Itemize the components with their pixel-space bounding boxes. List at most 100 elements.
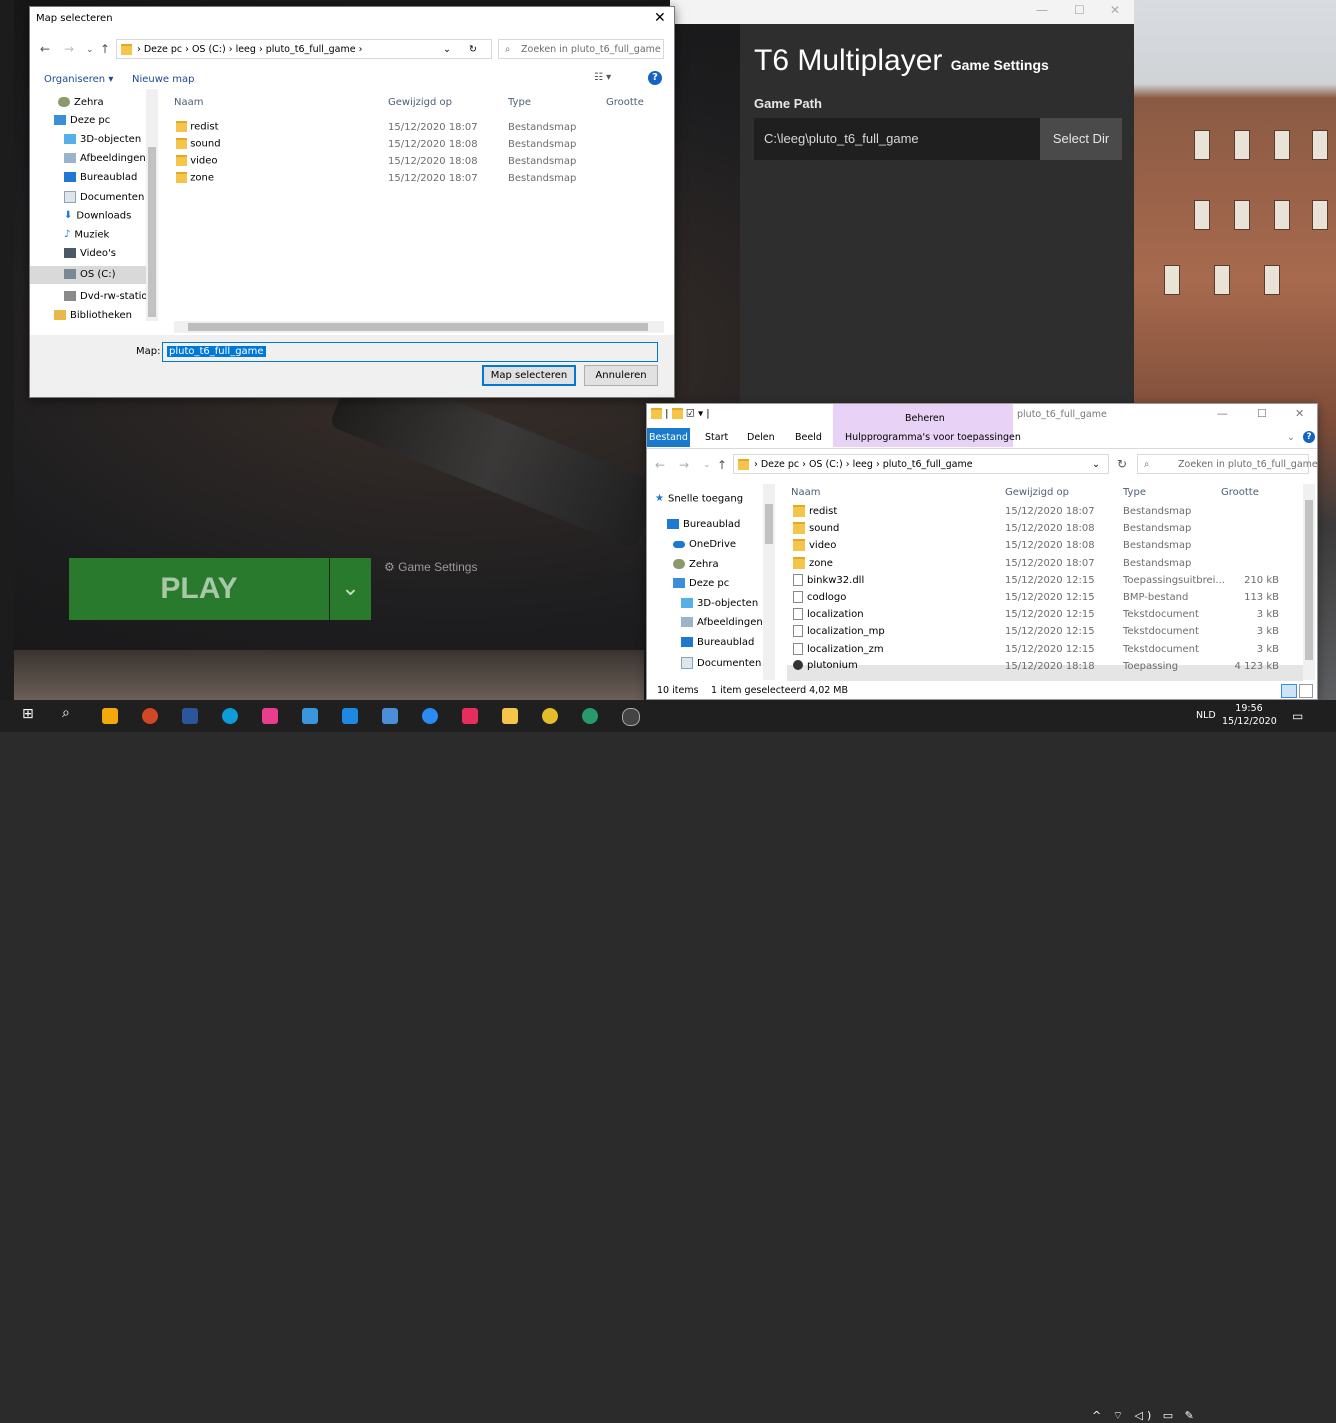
close-icon[interactable]: ✕ [1295, 407, 1304, 420]
breadcrumb-os-c[interactable]: OS (C:) [809, 459, 843, 470]
list-item[interactable]: sound [176, 138, 221, 150]
column-name[interactable]: Naam [791, 487, 820, 498]
game-path-field[interactable]: C:\leeg\pluto_t6_full_game [754, 118, 1040, 160]
language-indicator[interactable]: NLD [1196, 710, 1216, 721]
minimize-icon[interactable]: — [1036, 3, 1048, 17]
list-item[interactable]: redist [176, 121, 219, 133]
column-type[interactable]: Type [1123, 487, 1146, 498]
clock-date[interactable]: 15/12/2020 [1222, 716, 1277, 727]
breadcrumb-leeg[interactable]: leeg [853, 459, 873, 470]
mcafee-icon[interactable] [462, 708, 478, 724]
refresh-icon[interactable]: ↻ [469, 44, 477, 55]
tree-item-onedrive[interactable]: OneDrive [673, 539, 736, 550]
search-icon[interactable]: ⌕ [62, 705, 78, 721]
help-icon[interactable]: ? [1303, 431, 1315, 443]
search-input[interactable]: ⌕ Zoeken in pluto_t6_full_game [498, 39, 664, 59]
tree-item-downloads[interactable]: ⬇ Downloads [64, 210, 131, 222]
forward-arrow-icon[interactable]: → [64, 42, 74, 56]
tree-item-deze-pc[interactable]: Deze pc [54, 115, 110, 126]
chrome-profile-icon[interactable] [582, 708, 598, 724]
list-item[interactable]: localization [793, 608, 864, 621]
quick-access-toolbar[interactable]: | ☑ ▾ | [651, 408, 710, 420]
list-item[interactable]: codlogo [793, 591, 846, 603]
column-modified[interactable]: Gewijzigd op [1005, 487, 1069, 498]
list-item[interactable]: video [176, 155, 218, 167]
word-icon[interactable] [182, 708, 198, 724]
tree-item-desktop[interactable]: Bureaublad [667, 519, 740, 530]
minimize-icon[interactable]: — [1217, 407, 1228, 420]
select-dir-button[interactable]: Select Dir [1040, 118, 1122, 160]
tab-start[interactable]: Start [705, 432, 728, 443]
play-button[interactable]: PLAY [69, 558, 329, 620]
up-arrow-icon[interactable]: ↑ [100, 42, 110, 56]
column-size[interactable]: Grootte [606, 97, 644, 108]
list-item[interactable]: zone [176, 172, 214, 184]
select-folder-button[interactable]: Map selecteren [482, 365, 576, 386]
list-item[interactable]: sound [793, 522, 839, 535]
details-view-icon[interactable] [1281, 684, 1297, 698]
list-item[interactable]: zone [793, 556, 833, 569]
list-scrollbar-thumb[interactable] [1305, 500, 1313, 660]
list-hscrollbar-thumb[interactable] [188, 323, 648, 331]
organize-button[interactable]: Organiseren ▾ [44, 74, 113, 85]
list-item[interactable]: localization_zm [793, 642, 884, 655]
column-name[interactable]: Naam [174, 97, 203, 108]
tree-item-desktop-2[interactable]: Bureaublad [681, 637, 754, 648]
tiles-view-icon[interactable] [1299, 684, 1313, 698]
breadcrumb-leeg[interactable]: leeg [236, 44, 256, 55]
edge-icon[interactable] [222, 708, 238, 724]
tab-hulpprogrammas[interactable]: Hulpprogramma's voor toepassingen [845, 432, 1021, 443]
notifications-icon[interactable]: ▭ [1292, 709, 1303, 723]
windows-start-icon[interactable]: ⊞ [22, 706, 38, 722]
list-item[interactable]: redist [793, 505, 837, 517]
powerpoint-icon[interactable] [142, 708, 158, 724]
properties-icon[interactable]: ☑ [686, 409, 695, 420]
gift-icon[interactable] [262, 708, 278, 724]
tree-item-dvd[interactable]: Dvd-rw-station [64, 291, 146, 302]
close-icon[interactable]: ✕ [654, 10, 666, 26]
chrome-icon[interactable] [542, 708, 558, 724]
map-input[interactable]: pluto_t6_full_game [162, 342, 658, 362]
tab-delen[interactable]: Delen [747, 432, 775, 443]
help-icon[interactable]: ? [648, 71, 662, 85]
back-arrow-icon[interactable]: ← [655, 458, 665, 472]
breadcrumb-pluto[interactable]: pluto_t6_full_game [883, 459, 973, 470]
new-folder-button[interactable]: Nieuwe map [132, 74, 194, 85]
tree-item-3d-objects[interactable]: 3D-objecten [64, 134, 141, 145]
cancel-button[interactable]: Annuleren [584, 365, 658, 386]
tree-item-documents[interactable]: Documenten [681, 657, 761, 669]
address-bar[interactable]: › Deze pc › OS (C:) › leeg › pluto_t6_fu… [116, 39, 492, 59]
tree-item-zehra[interactable]: Zehra [673, 559, 719, 570]
column-size[interactable]: Grootte [1221, 487, 1259, 498]
game-settings-link[interactable]: ⚙ Game Settings [384, 560, 477, 574]
view-options-icon[interactable]: ☷ ▾ [594, 72, 611, 83]
tree-item-libraries[interactable]: Bibliotheken [54, 310, 132, 321]
tree-item-pictures[interactable]: Afbeeldingen [64, 153, 146, 164]
maximize-icon[interactable]: ☐ [1257, 407, 1267, 420]
recent-dropdown-icon[interactable]: ⌄ [86, 45, 94, 55]
explorer-address-bar[interactable]: › Deze pc › OS (C:) › leeg › pluto_t6_fu… [733, 454, 1109, 474]
tree-item-videos[interactable]: Video's [64, 248, 116, 259]
refresh-icon[interactable]: ↻ [1117, 457, 1127, 471]
tree-item-quick-access[interactable]: ★ Snelle toegang [655, 493, 743, 505]
list-item[interactable]: plutonium [793, 659, 858, 671]
tree-item-music[interactable]: ♪ Muziek [64, 229, 109, 241]
breadcrumb-os-c[interactable]: OS (C:) [192, 44, 226, 55]
tree-item-zehra[interactable]: Zehra [58, 97, 104, 108]
mail-icon[interactable] [302, 708, 318, 724]
up-arrow-icon[interactable]: ↑ [717, 458, 727, 472]
tree-scrollbar-thumb[interactable] [148, 147, 156, 317]
paint-drop-icon[interactable] [422, 708, 438, 724]
tab-beeld[interactable]: Beeld [795, 432, 822, 443]
tree-item-os-c[interactable]: OS (C:) [30, 266, 146, 284]
explorer-search-input[interactable]: ⌕ Zoeken in pluto_t6_full_game [1137, 454, 1318, 474]
tree-item-3d-objects[interactable]: 3D-objecten [681, 598, 758, 609]
tab-bestand[interactable]: Bestand [647, 428, 690, 447]
column-type[interactable]: Type [508, 97, 531, 108]
forward-arrow-icon[interactable]: → [679, 458, 689, 472]
list-item[interactable]: video [793, 539, 836, 552]
tree-item-pictures[interactable]: Afbeeldingen [681, 617, 763, 628]
maximize-icon[interactable]: ☐ [1074, 3, 1085, 17]
system-tray-icons[interactable]: ^ ⌔ ◁) ▭ ✎ [1092, 1409, 1198, 1423]
back-arrow-icon[interactable]: ← [40, 42, 50, 56]
